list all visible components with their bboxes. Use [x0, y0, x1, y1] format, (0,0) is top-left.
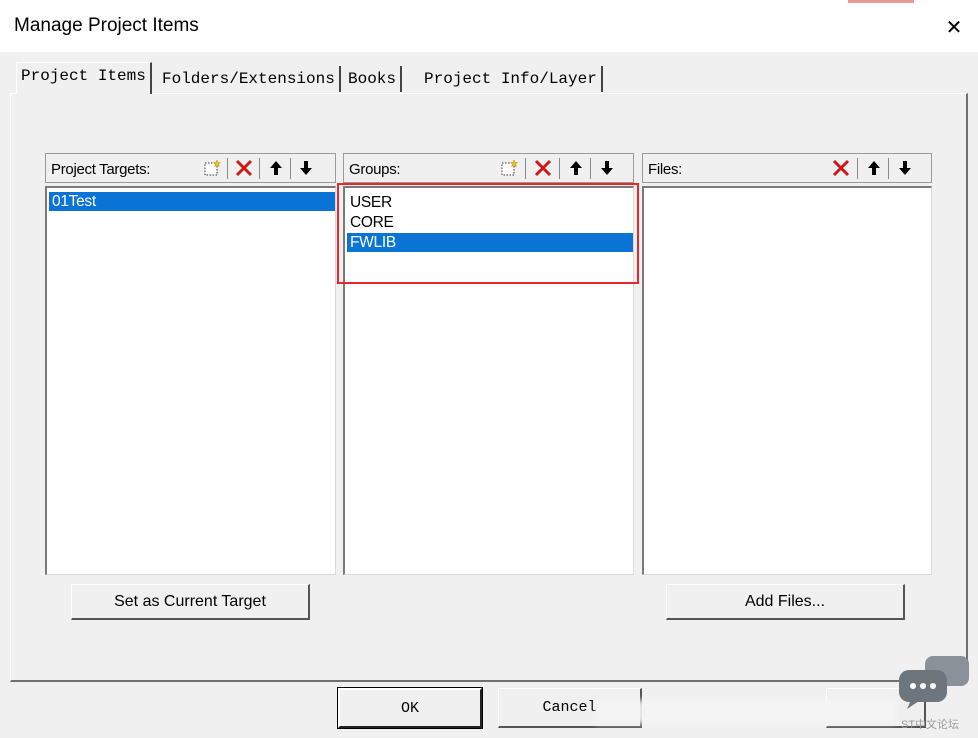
close-button[interactable]: ✕	[941, 15, 967, 41]
files-header: Files:	[642, 153, 932, 183]
tab-books[interactable]: Books	[344, 66, 403, 92]
delete-group-icon[interactable]	[531, 157, 555, 179]
blur-overlay	[596, 700, 896, 724]
move-down-file-icon[interactable]	[893, 157, 917, 179]
title-bar-accent	[848, 0, 914, 3]
watermark-text: ST中文论坛	[901, 719, 960, 731]
groups-header: Groups:	[343, 153, 634, 183]
delete-target-icon[interactable]	[232, 157, 256, 179]
targets-label: Project Targets:	[51, 161, 151, 178]
move-up-file-icon[interactable]	[862, 157, 886, 179]
delete-file-icon[interactable]	[829, 157, 853, 179]
move-down-group-icon[interactable]	[595, 157, 619, 179]
files-list[interactable]	[642, 186, 932, 575]
move-down-target-icon[interactable]	[294, 157, 318, 179]
new-group-icon[interactable]	[497, 157, 521, 179]
set-current-target-button[interactable]: Set as Current Target	[71, 584, 310, 620]
tab-folders-extensions[interactable]: Folders/Extensions	[158, 66, 341, 92]
tab-project-items[interactable]: Project Items	[16, 62, 152, 94]
files-label: Files:	[648, 161, 683, 178]
tab-strip: Project Items Folders/Extensions Books P…	[8, 60, 628, 94]
move-up-group-icon[interactable]	[564, 157, 588, 179]
move-up-target-icon[interactable]	[264, 157, 288, 179]
targets-list[interactable]: 01Test	[45, 186, 336, 575]
targets-header: Project Targets:	[45, 153, 336, 183]
window-title: Manage Project Items	[14, 15, 199, 36]
target-item-01test[interactable]: 01Test	[49, 192, 335, 211]
ok-button[interactable]: OK	[337, 687, 483, 729]
chat-bubble-icon	[897, 656, 971, 710]
new-target-icon[interactable]	[200, 157, 224, 179]
tab-project-info-layer[interactable]: Project Info/Layer	[420, 66, 603, 92]
groups-label: Groups:	[349, 161, 401, 178]
highlight-annotation-box	[337, 183, 639, 284]
add-files-button[interactable]: Add Files...	[666, 584, 905, 620]
